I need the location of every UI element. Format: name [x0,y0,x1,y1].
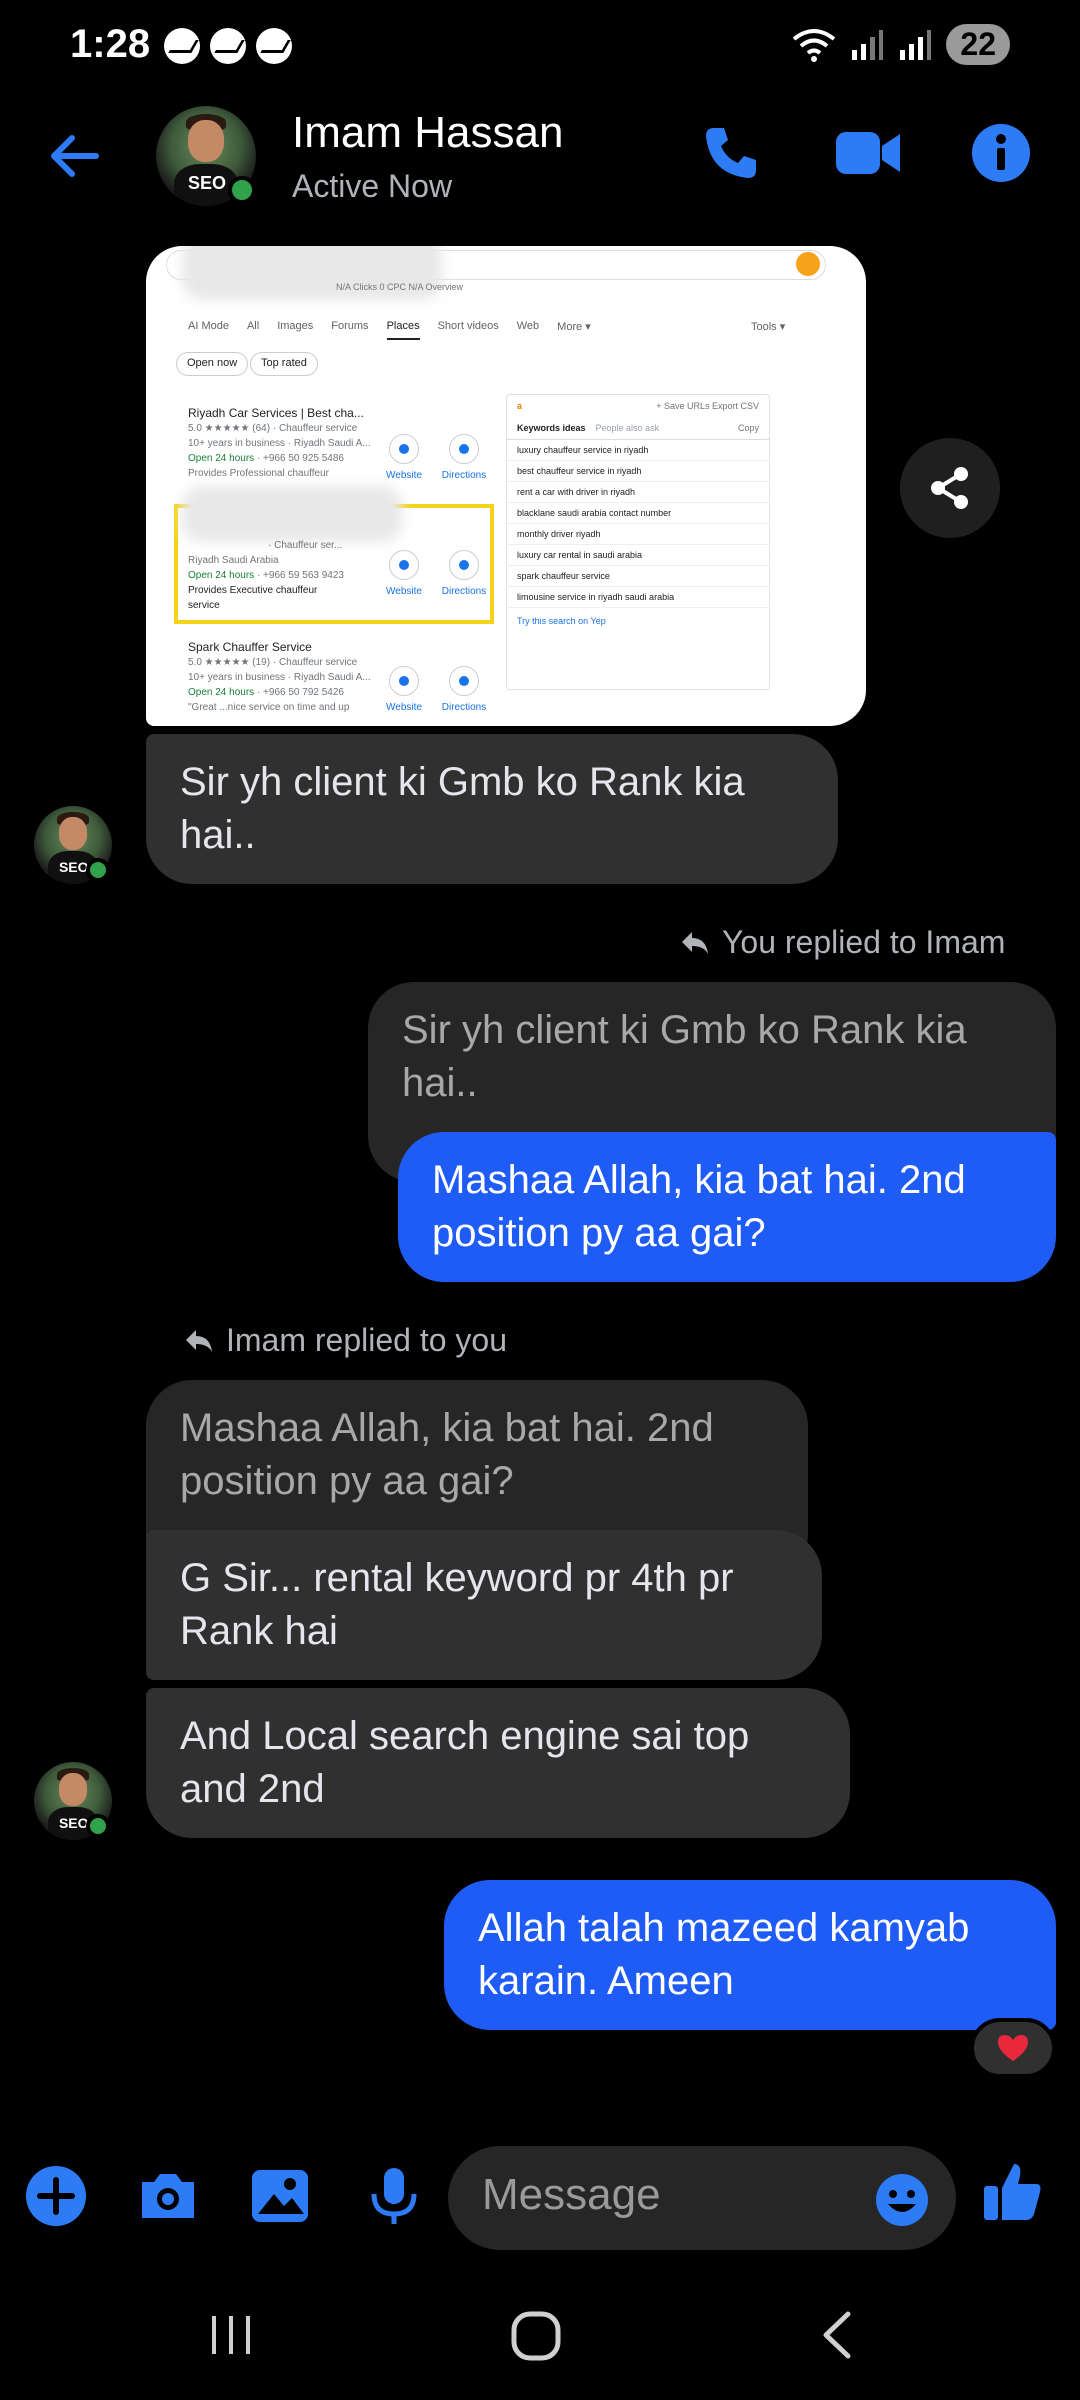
serp-tab: All [246,320,260,332]
back-icon[interactable] [816,2310,856,2360]
heart-icon [998,2035,1028,2061]
online-indicator [86,858,110,882]
heart-reaction[interactable] [970,2018,1056,2078]
signal-icon [852,29,884,60]
keyword-item: monthly driver riyadh [507,524,769,545]
directions-button-image: Directions [434,550,494,597]
website-button-image: Website [374,550,434,597]
serp-tools: Tools ▾ [751,321,786,333]
directions-button-image: Directions [434,666,494,713]
plus-icon[interactable] [24,2164,88,2228]
thumbs-up-icon[interactable] [980,2158,1046,2224]
home-icon[interactable] [510,2310,562,2362]
gallery-icon[interactable] [248,2164,312,2228]
serp-tab: Short videos [437,320,499,332]
website-button-image: Website [374,666,434,713]
keyword-item: luxury chauffeur service in riyadh [507,440,769,461]
serp-tab: More ▾ [557,321,591,333]
status-bar: 1:28 22 [0,0,1080,92]
message-incoming[interactable]: Sir yh client ki Gmb ko Rank kia hai.. [146,734,838,884]
blurred-area [182,486,402,542]
serp-tab-active: Places [386,320,420,340]
message-composer [0,2130,1080,2260]
serp-tab: Web [516,320,540,332]
keyword-ideas-panel: a + Save URLs Export CSV Keywords ideas … [506,394,770,690]
battery-indicator: 22 [946,24,1010,65]
keyword-item: limousine service in riyadh saudi arabia [507,587,769,608]
keyword-item: luxury car rental in saudi arabia [507,545,769,566]
keyword-item: best chauffeur service in riyadh [507,461,769,482]
keyword-item: rent a car with driver in riyadh [507,482,769,503]
signal-icon [900,29,932,60]
camera-icon[interactable] [136,2164,200,2228]
contact-status: Active Now [292,168,453,204]
reply-label: You replied to Imam [680,924,1005,961]
online-indicator [228,176,256,204]
yep-link: Try this search on Yep [517,616,606,626]
message-incoming[interactable]: G Sir... rental keyword pr 4th pr Rank h… [146,1530,822,1680]
share-icon [931,467,968,509]
conversation-header: SEO Imam Hassan Active Now [0,96,1080,216]
back-arrow-icon [51,135,99,177]
keyword-item: spark chauffeur service [507,566,769,587]
filter-chip: Top rated [250,352,318,376]
recents-icon[interactable] [206,2310,256,2360]
messenger-icon [164,28,200,64]
serp-tab: Images [277,320,314,332]
messenger-icon [256,28,292,64]
video-icon[interactable] [834,122,902,184]
reply-label: Imam replied to you [184,1322,507,1359]
message-input[interactable] [482,2170,862,2220]
status-time: 1:28 [70,22,151,66]
share-button[interactable] [900,438,1000,538]
reply-icon [186,1329,212,1352]
contact-name[interactable]: Imam Hassan [292,108,563,158]
message-outgoing[interactable]: Allah talah mazeed kamyab karain. Ameen [444,1880,1056,2030]
directions-button-image: Directions [434,434,494,481]
search-icon [796,252,820,276]
reply-icon [682,931,708,954]
filter-chip: Open now [176,352,249,376]
serp-meta: N/A Clicks 0 CPC N/A Overview [336,282,464,292]
shared-image-message[interactable]: N/A Clicks 0 CPC N/A Overview AI Mode Al… [146,246,866,726]
message-incoming[interactable]: And Local search engine sai top and 2nd [146,1688,850,1838]
serp-tab: AI Mode [188,320,229,332]
message-input-container[interactable] [448,2146,956,2250]
keyword-item: blacklane saudi arabia contact number [507,503,769,524]
status-right: 22 [792,24,1010,65]
system-nav-bar [0,2270,1080,2400]
message-outgoing[interactable]: Mashaa Allah, kia bat hai. 2nd position … [398,1132,1056,1282]
info-icon[interactable] [970,122,1032,184]
online-indicator [86,1814,110,1838]
notification-icons [164,28,292,64]
wifi-icon [793,28,836,62]
avatar-shirt-text: SEO [188,173,227,193]
messenger-icon [210,28,246,64]
phone-icon[interactable] [700,122,762,184]
website-button-image: Website [374,434,434,481]
back-button[interactable] [44,126,114,186]
emoji-icon[interactable] [874,2172,930,2228]
serp-tab: Forums [331,320,369,332]
serp-tabs: AI Mode All Images Forums Places Short v… [188,320,591,340]
mic-icon[interactable] [362,2164,426,2228]
